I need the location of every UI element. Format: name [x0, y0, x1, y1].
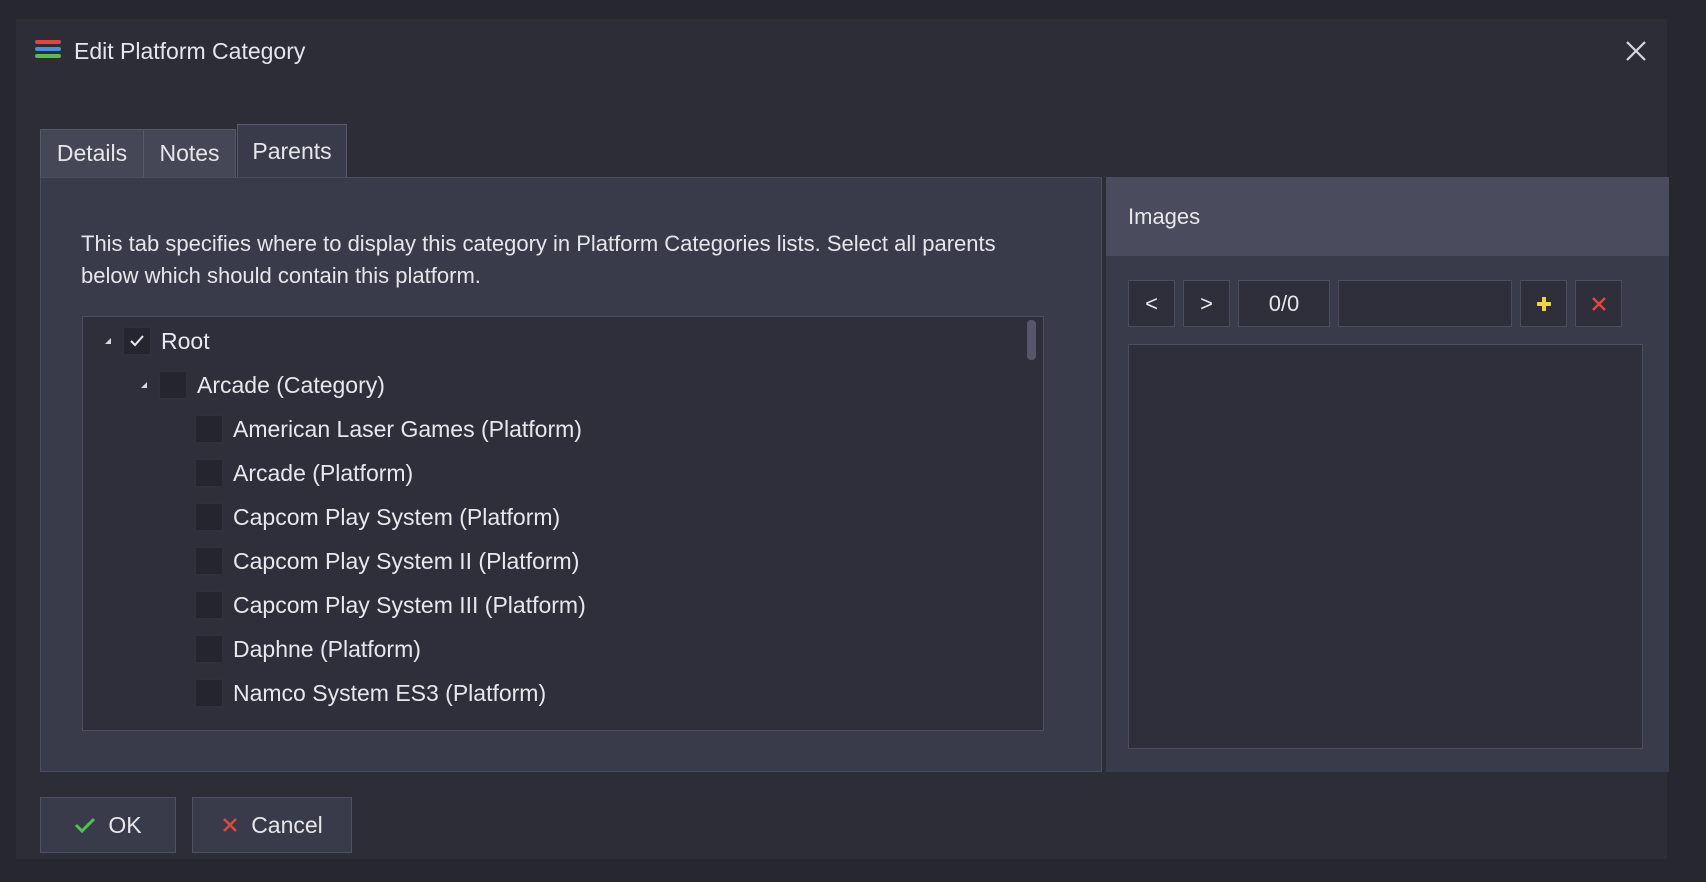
tree-node[interactable]: Namco System ES3 (Platform): [195, 676, 546, 710]
tree-node-label: Arcade (Category): [197, 371, 385, 398]
tab-notes-label: Notes: [159, 140, 220, 166]
previous-image-button[interactable]: <: [1128, 280, 1175, 327]
tree-checkbox[interactable]: [195, 415, 223, 443]
plus-icon: [1536, 296, 1551, 311]
tab-notes[interactable]: Notes: [143, 129, 236, 177]
expanded-triangle-icon[interactable]: [141, 382, 147, 388]
tree-node-label: Capcom Play System II (Platform): [233, 547, 580, 574]
tree-node[interactable]: Capcom Play System III (Platform): [195, 588, 586, 622]
ok-label: OK: [108, 811, 142, 838]
images-panel: Images < > 0/0: [1106, 177, 1669, 772]
tree-checkbox-root[interactable]: [123, 327, 151, 355]
window-title: Edit Platform Category: [74, 38, 306, 64]
next-label: >: [1200, 290, 1213, 316]
tree-node[interactable]: Capcom Play System (Platform): [195, 500, 560, 534]
x-icon: [1591, 296, 1606, 311]
tree-checkbox[interactable]: [195, 635, 223, 663]
tree-checkbox[interactable]: [195, 459, 223, 487]
remove-image-button[interactable]: [1575, 280, 1622, 327]
cancel-label: Cancel: [251, 811, 323, 838]
tree-checkbox[interactable]: [195, 591, 223, 619]
tree-checkbox[interactable]: [159, 371, 187, 399]
app-stripes-icon: [35, 40, 61, 64]
previous-label: <: [1145, 290, 1158, 316]
image-counter-text: 0/0: [1268, 290, 1300, 316]
tree-checkbox[interactable]: [195, 679, 223, 707]
tab-details[interactable]: Details: [40, 129, 144, 177]
tree-node-label: Daphne (Platform): [233, 635, 421, 662]
tree-scrollbar-thumb[interactable]: [1027, 320, 1036, 360]
tree-node-label: Root: [161, 327, 210, 354]
ok-button[interactable]: OK: [40, 797, 176, 853]
add-image-button[interactable]: [1520, 280, 1567, 327]
tree-checkbox[interactable]: [195, 503, 223, 531]
cancel-button[interactable]: Cancel: [192, 797, 352, 853]
tab-parents-label: Parents: [252, 138, 332, 164]
edit-platform-category-dialog: Edit Platform Category Details Notes Par…: [16, 19, 1669, 859]
tab-parents[interactable]: Parents: [237, 124, 347, 178]
tree-node[interactable]: Daphne (Platform): [195, 632, 421, 666]
parents-panel: This tab specifies where to display this…: [40, 177, 1102, 772]
tree-node-label: Arcade (Platform): [233, 459, 414, 486]
tree-node[interactable]: American Laser Games (Platform): [195, 412, 582, 446]
close-button[interactable]: [1619, 34, 1653, 68]
expanded-triangle-icon[interactable]: [105, 338, 111, 344]
next-image-button[interactable]: >: [1183, 280, 1230, 327]
tree-checkbox[interactable]: [195, 547, 223, 575]
images-header: Images: [1106, 177, 1669, 256]
tree-node-label: Capcom Play System (Platform): [233, 503, 561, 530]
checkmark-icon: [75, 817, 96, 834]
image-counter: 0/0: [1238, 280, 1330, 327]
checkmark-icon: [130, 335, 144, 347]
tree-node-root[interactable]: Root: [105, 324, 210, 358]
tree-node[interactable]: Capcom Play System II (Platform): [195, 544, 579, 578]
tree-node-label: Namco System ES3 (Platform): [233, 679, 547, 706]
image-preview-area: [1128, 344, 1643, 749]
close-icon: [1626, 41, 1646, 61]
tree-node-label: Capcom Play System III (Platform): [233, 591, 586, 618]
tab-details-label: Details: [56, 140, 128, 166]
x-icon: [223, 818, 238, 832]
parents-description: This tab specifies where to display this…: [81, 231, 996, 288]
tree-node[interactable]: Arcade (Platform): [195, 456, 413, 490]
image-name-field[interactable]: [1338, 280, 1512, 327]
title-bar: Edit Platform Category: [16, 19, 1667, 83]
tree-node-arcade-category[interactable]: Arcade (Category): [141, 368, 385, 402]
parents-tree[interactable]: Root Arcade (Category) American Laser Ga…: [82, 316, 1044, 731]
tree-node-label: American Laser Games (Platform): [233, 415, 582, 442]
